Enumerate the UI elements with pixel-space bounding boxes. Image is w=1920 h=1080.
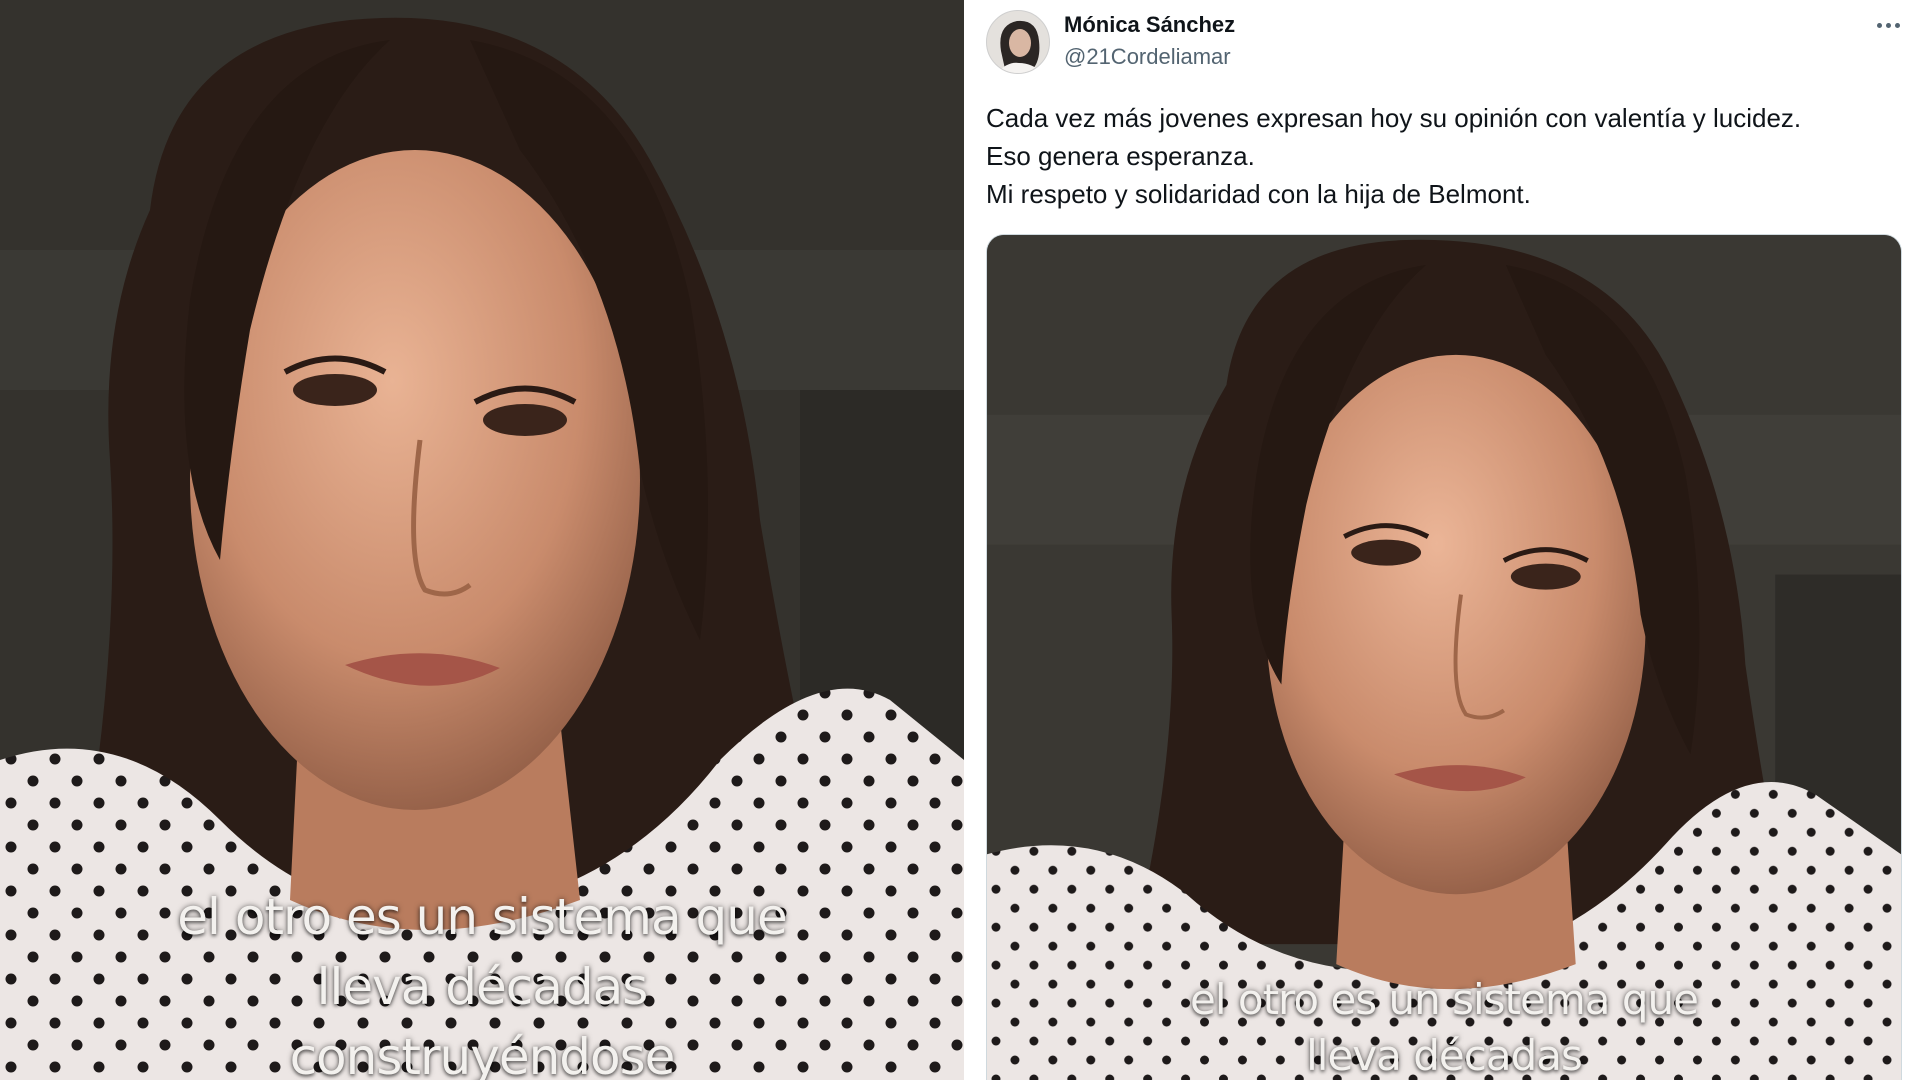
avatar-portrait-icon	[987, 11, 1049, 73]
more-horizontal-icon[interactable]	[1868, 10, 1908, 40]
left-video-frame: el otro es un sistema que lleva décadas …	[0, 0, 964, 1080]
video-caption-line-1: el otro es un sistema que	[177, 888, 787, 946]
video-caption-line-2: lleva décadas	[1306, 1031, 1583, 1080]
panel-divider	[964, 0, 978, 1080]
video-caption-line-2: lleva décadas	[316, 958, 649, 1016]
tweet-text-line: Cada vez más jovenes expresan hoy su opi…	[986, 103, 1802, 133]
video-caption-line-1: el otro es un sistema que	[1190, 975, 1699, 1024]
author-name[interactable]: Mónica Sánchez	[1064, 12, 1235, 38]
tweet-text-line: Eso genera esperanza.	[986, 141, 1255, 171]
tweet-video[interactable]: el otro es un sistema que lleva décadas	[986, 234, 1902, 1080]
tweet-card: Mónica Sánchez @21Cordeliamar Cada vez m…	[978, 0, 1920, 1080]
tweet-text-line: Mi respeto y solidaridad con la hija de …	[986, 179, 1531, 209]
tweet-text: Cada vez más jovenes expresan hoy su opi…	[986, 99, 1906, 213]
speaker-illustration	[987, 235, 1901, 1080]
profile-avatar[interactable]	[986, 10, 1050, 74]
author-handle[interactable]: @21Cordeliamar	[1064, 44, 1231, 70]
video-caption-line-3: construyéndose	[289, 1028, 676, 1080]
